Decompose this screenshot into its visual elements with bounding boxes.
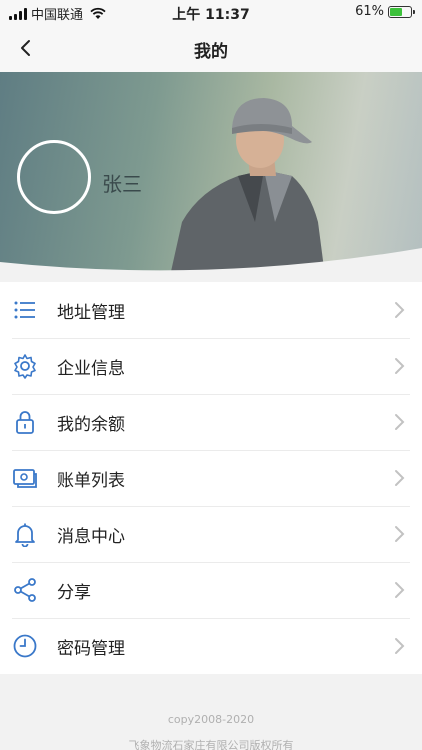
status-bar: 中国联通 上午 11:37 61% [0, 0, 422, 24]
menu-item-balance[interactable]: 我的余额 [0, 394, 422, 450]
user-name: 张三 [102, 172, 142, 196]
chevron-right-icon [395, 414, 405, 430]
bill-icon [13, 469, 37, 488]
chevron-right-icon [395, 358, 405, 374]
menu-item-password[interactable]: 密码管理 [0, 618, 422, 674]
chevron-right-icon [395, 582, 405, 598]
avatar[interactable] [17, 140, 91, 214]
battery-percent: 61% [355, 4, 384, 19]
menu-item-address[interactable]: 地址管理 [0, 282, 422, 338]
menu-label: 分享 [57, 582, 91, 603]
menu-item-company[interactable]: 企业信息 [0, 338, 422, 394]
bell-icon [15, 523, 35, 547]
clock-icon [13, 634, 37, 658]
menu-label: 地址管理 [57, 302, 125, 323]
profile-header: 张三 [0, 72, 422, 276]
lock-icon [16, 411, 34, 434]
list-icon [14, 301, 35, 319]
menu-item-bills[interactable]: 账单列表 [0, 450, 422, 506]
chevron-right-icon [395, 526, 405, 542]
gear-icon [14, 354, 36, 379]
company-text: 飞象物流石家庄有限公司版权所有 [128, 739, 294, 750]
hero-curve [0, 248, 422, 276]
footer: copy2008-2020 飞象物流石家庄有限公司版权所有 [0, 686, 422, 750]
menu-label: 我的余额 [57, 414, 125, 435]
menu-label: 企业信息 [57, 358, 125, 379]
nav-bar: 我的 [0, 24, 422, 72]
menu-label: 密码管理 [57, 638, 125, 659]
menu-list: 地址管理 企业信息 我的余额 账单列表 消息中心 分享 密码管理 [0, 282, 422, 674]
chevron-right-icon [395, 302, 405, 318]
menu-label: 消息中心 [57, 526, 125, 547]
chevron-right-icon [395, 470, 405, 486]
menu-item-messages[interactable]: 消息中心 [0, 506, 422, 562]
chevron-right-icon [395, 638, 405, 654]
page-title: 我的 [194, 42, 228, 62]
battery-icon [388, 5, 415, 18]
battery-fill [390, 7, 402, 16]
menu-label: 账单列表 [57, 470, 125, 491]
status-right: 61% [355, 4, 415, 19]
menu-item-share[interactable]: 分享 [0, 562, 422, 618]
share-icon [14, 578, 36, 602]
copyright-text: copy2008-2020 [167, 713, 255, 726]
